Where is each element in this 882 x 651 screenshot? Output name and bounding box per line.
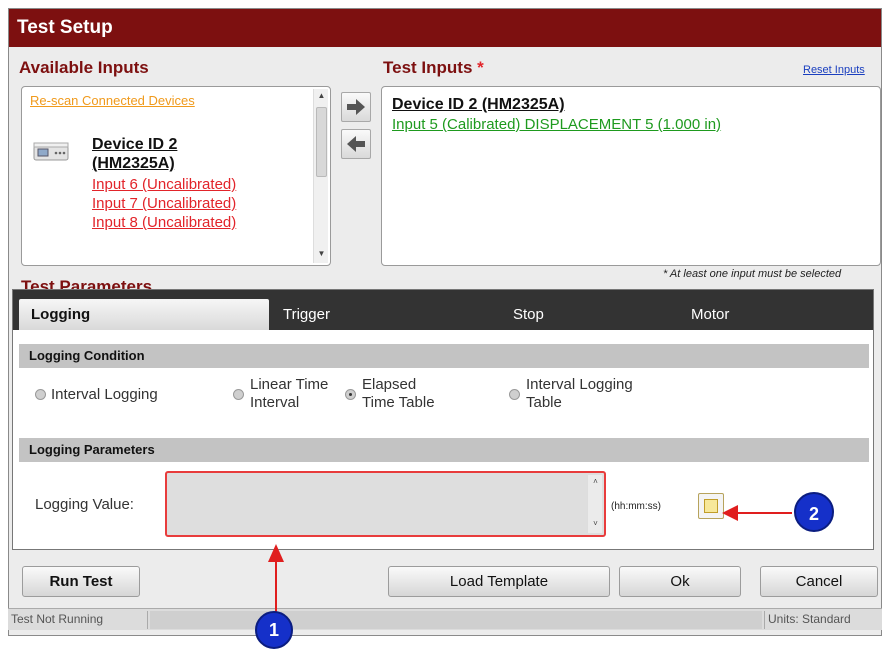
- radio-button-selected[interactable]: [345, 389, 356, 400]
- test-input-item[interactable]: Input 5 (Calibrated) DISPLACEMENT 5 (1.0…: [392, 116, 721, 133]
- radio-label: Linear Time Interval: [250, 376, 329, 411]
- available-inputs-list[interactable]: Re-scan Connected Devices Device ID 2 (H…: [21, 86, 331, 266]
- units-status: Units: Standard: [764, 611, 882, 629]
- scroll-up-icon[interactable]: ▲: [314, 91, 329, 103]
- tab-stop[interactable]: Stop: [513, 299, 544, 330]
- logging-condition-header: Logging Condition: [19, 344, 869, 368]
- selection-note: * At least one input must be selected: [663, 268, 842, 280]
- test-inputs-label-text: Test Inputs: [383, 58, 473, 77]
- callout-marker-1: 1: [255, 611, 293, 649]
- scroll-up-icon[interactable]: ˄: [588, 477, 603, 489]
- logging-parameters-header: Logging Parameters: [19, 438, 869, 462]
- callout-2-line: [736, 512, 792, 514]
- time-table-button[interactable]: [698, 493, 724, 519]
- available-device-name[interactable]: Device ID 2 (HM2325A): [92, 135, 212, 173]
- callout-marker-2: 2: [794, 492, 834, 532]
- window-title: Test Setup: [9, 9, 881, 47]
- rescan-devices-link[interactable]: Re-scan Connected Devices: [30, 93, 195, 108]
- test-device-name[interactable]: Device ID 2 (HM2325A): [392, 95, 565, 114]
- reset-inputs-link[interactable]: Reset Inputs: [803, 64, 865, 76]
- scroll-down-icon[interactable]: ˅: [588, 519, 603, 531]
- callout-2-arrowhead-icon: [722, 505, 738, 521]
- test-inputs-label: Test Inputs *: [383, 58, 484, 78]
- available-inputs-scrollbar[interactable]: ▲ ▼: [313, 89, 328, 263]
- logging-value-label: Logging Value:: [35, 496, 134, 513]
- logging-value-scrollbar[interactable]: ˄ ˅: [587, 475, 602, 533]
- radio-button[interactable]: [233, 389, 244, 400]
- available-inputs-label: Available Inputs: [19, 58, 149, 77]
- ok-button[interactable]: Ok: [619, 566, 741, 597]
- available-input-item[interactable]: Input 6 (Uncalibrated): [92, 175, 236, 194]
- add-input-button[interactable]: [341, 92, 371, 122]
- tab-logging[interactable]: Logging: [19, 299, 269, 330]
- tab-trigger[interactable]: Trigger: [283, 299, 330, 330]
- device-icon: [32, 141, 72, 163]
- radio-label: Interval Logging: [51, 386, 158, 403]
- logging-value-input[interactable]: ˄ ˅: [165, 471, 606, 537]
- callout-1-line: [275, 560, 277, 618]
- available-input-item[interactable]: Input 7 (Uncalibrated): [92, 194, 236, 213]
- radio-button[interactable]: [509, 389, 520, 400]
- parameter-tabs: Logging Trigger Stop Motor: [13, 290, 873, 330]
- logging-value-units: (hh:mm:ss): [611, 501, 661, 512]
- arrow-right-icon: [347, 99, 365, 115]
- test-status: Test Not Running: [8, 611, 148, 629]
- arrow-left-icon: [347, 136, 365, 152]
- required-marker: *: [477, 58, 484, 77]
- test-inputs-list[interactable]: Device ID 2 (HM2325A) Input 5 (Calibrate…: [381, 86, 881, 266]
- load-template-button[interactable]: Load Template: [388, 566, 610, 597]
- available-input-item[interactable]: Input 8 (Uncalibrated): [92, 213, 236, 232]
- status-bar: Test Not Running Units: Standard: [8, 608, 882, 630]
- cancel-button[interactable]: Cancel: [760, 566, 878, 597]
- scroll-thumb[interactable]: [316, 107, 327, 177]
- scroll-down-icon[interactable]: ▼: [314, 249, 329, 261]
- table-icon: [704, 499, 718, 513]
- radio-button[interactable]: [35, 389, 46, 400]
- status-progress: [150, 611, 762, 629]
- test-parameters-panel: Logging Trigger Stop Motor Logging Condi…: [12, 289, 874, 550]
- run-test-button[interactable]: Run Test: [22, 566, 140, 597]
- callout-1-arrowhead-icon: [268, 544, 284, 562]
- tab-motor[interactable]: Motor: [691, 299, 729, 330]
- radio-label: Interval Logging Table: [526, 376, 633, 411]
- remove-input-button[interactable]: [341, 129, 371, 159]
- radio-label: Elapsed Time Table: [362, 376, 435, 411]
